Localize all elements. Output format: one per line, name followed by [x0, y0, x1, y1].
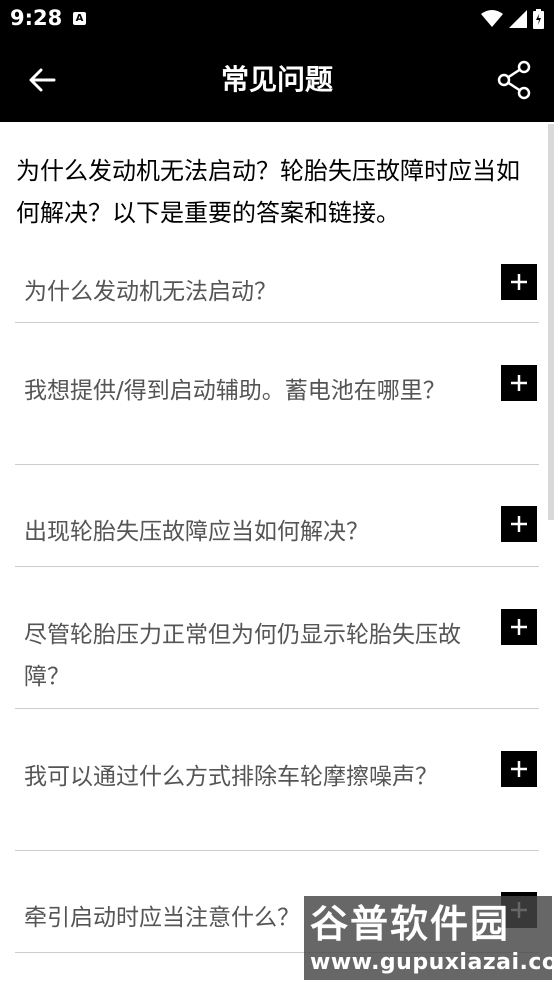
- faq-question: 为什么发动机无法启动？: [24, 279, 277, 305]
- faq-item[interactable]: 为什么发动机无法启动？: [15, 254, 539, 323]
- plus-icon: [511, 761, 527, 777]
- faq-item[interactable]: 出现轮胎失压故障应当如何解决？: [15, 465, 539, 567]
- status-bar: 9:28 A: [0, 0, 554, 38]
- faq-item[interactable]: 尽管轮胎压力正常但为何仍显示轮胎失压故障？: [15, 567, 539, 709]
- battery-icon: [533, 9, 544, 29]
- share-icon: [497, 60, 531, 100]
- watermark: 谷普软件园 www.gupuxiazai.com: [304, 896, 554, 980]
- plus-icon: [511, 516, 527, 532]
- app-bar: 常见问题: [0, 38, 554, 122]
- faq-question: 出现轮胎失压故障应当如何解决？: [24, 519, 369, 545]
- status-icons: [481, 8, 544, 30]
- expand-button[interactable]: [501, 264, 537, 300]
- wifi-icon: [481, 10, 503, 27]
- watermark-name: 谷普软件园: [310, 902, 511, 946]
- faq-item[interactable]: 我想提供/得到启动辅助。蓄电池在哪里？: [15, 323, 539, 465]
- plus-icon: [511, 619, 527, 635]
- watermark-url: www.gupuxiazai.com: [310, 950, 554, 975]
- status-time: 9:28: [10, 6, 63, 30]
- faq-content[interactable]: 为什么发动机无法启动？轮胎失压故障时应当如何解决？以下是重要的答案和链接。 为什…: [0, 122, 554, 984]
- notification-icon: A: [73, 12, 86, 25]
- intro-text: 为什么发动机无法启动？轮胎失压故障时应当如何解决？以下是重要的答案和链接。: [16, 157, 520, 227]
- faq-list: 为什么发动机无法启动？ 我想提供/得到启动辅助。蓄电池在哪里？ 出现轮胎失压故障…: [15, 254, 539, 953]
- plus-icon: [511, 375, 527, 391]
- expand-button[interactable]: [501, 609, 537, 645]
- scrollbar[interactable]: [548, 124, 554, 520]
- expand-button[interactable]: [501, 506, 537, 542]
- expand-button[interactable]: [501, 365, 537, 401]
- page-title: 常见问题: [220, 63, 333, 96]
- expand-button[interactable]: [501, 751, 537, 787]
- faq-question: 我可以通过什么方式排除车轮摩擦噪声？: [24, 764, 438, 790]
- faq-question: 我想提供/得到启动辅助。蓄电池在哪里？: [24, 378, 446, 404]
- faq-item[interactable]: 我可以通过什么方式排除车轮摩擦噪声？: [15, 709, 539, 851]
- signal-icon: [509, 10, 527, 28]
- share-button[interactable]: [490, 56, 538, 104]
- plus-icon: [511, 274, 527, 290]
- faq-question: 尽管轮胎压力正常但为何仍显示轮胎失压故障？: [24, 622, 461, 690]
